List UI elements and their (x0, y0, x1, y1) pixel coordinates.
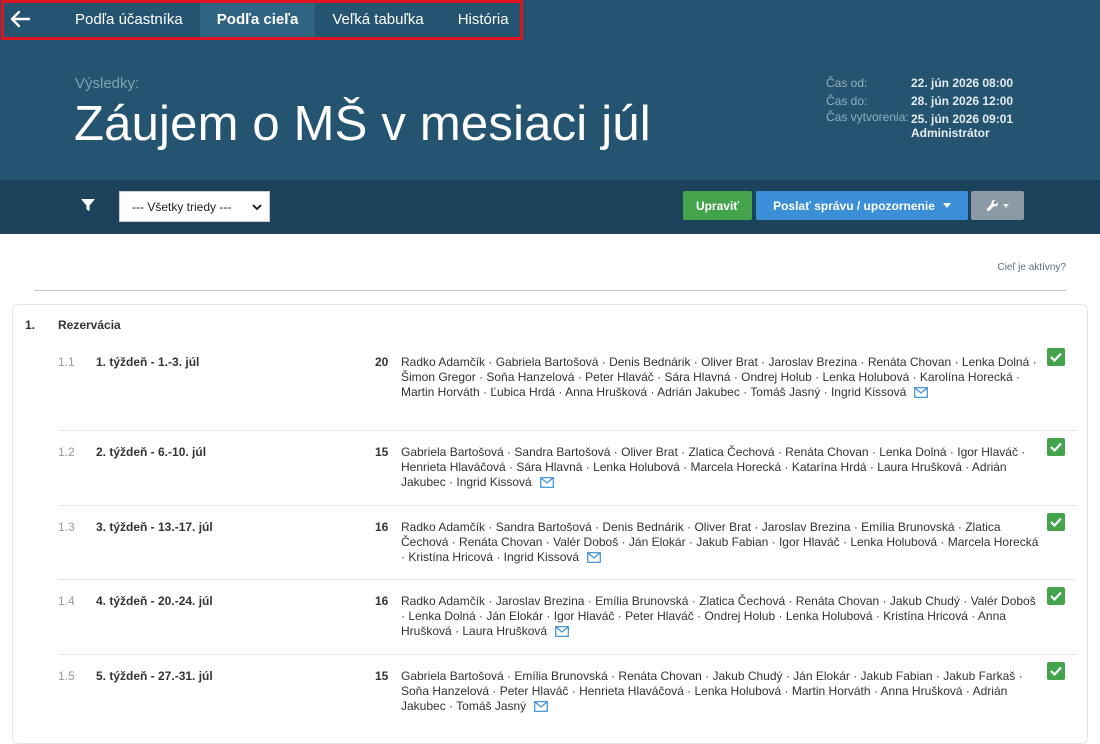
wrench-icon (986, 199, 998, 212)
goal-participants: Gabriela Bartošová · Emília Brunovská · … (401, 669, 1041, 716)
goal-checkbox[interactable] (1047, 438, 1065, 456)
goal-name: 5. týždeň - 27.-31. júl (96, 669, 213, 683)
goal-number: 1.1 (58, 355, 75, 369)
check-icon (1050, 442, 1062, 452)
mail-icon[interactable] (914, 387, 929, 402)
participant-list: Gabriela Bartošová · Sandra Bartošová · … (401, 445, 1026, 489)
meta-row-from: Čas od: 22. jún 2026 08:00 (826, 74, 1013, 92)
row-divider (58, 430, 1076, 431)
tab-by-goal[interactable]: Podľa cieľa (199, 0, 316, 39)
check-icon (1050, 666, 1062, 676)
goal-count: 15 (375, 445, 389, 459)
chevron-down-icon (252, 204, 262, 211)
edit-button[interactable]: Upraviť (683, 191, 752, 220)
participant-list: Radko Adamčík · Gabriela Bartošová · Den… (401, 355, 1037, 399)
goal-active-link[interactable]: Cieľ je aktívny? (997, 262, 1066, 273)
section-number: 1. (25, 318, 36, 332)
send-message-button[interactable]: Poslať správu / upozornenie (756, 191, 968, 220)
meta-key: Čas vytvorenia: (826, 110, 909, 124)
check-icon (1050, 591, 1062, 601)
goal-participants: Gabriela Bartošová · Sandra Bartošová · … (401, 445, 1041, 492)
goal-checkbox[interactable] (1047, 513, 1065, 531)
meta-row-created: Čas vytvorenia: 25. jún 2026 09:01 Admin… (826, 110, 1013, 140)
goal-checkbox[interactable] (1047, 587, 1065, 605)
goal-count: 16 (375, 520, 389, 534)
page-title: Záujem o MŠ v mesiaci júl (74, 97, 651, 151)
goal-number: 1.2 (58, 445, 75, 459)
goal-name: 4. týždeň - 20.-24. júl (96, 594, 213, 608)
page-overline: Výsledky: (75, 75, 140, 92)
participant-list: Gabriela Bartošová · Emília Brunovská · … (401, 669, 1023, 713)
mail-icon[interactable] (539, 477, 554, 492)
check-icon (1050, 352, 1062, 362)
row-divider (58, 654, 1076, 655)
goal-name: 2. týždeň - 6.-10. júl (96, 445, 207, 459)
meta-value: 22. jún 2026 08:00 (911, 76, 1014, 90)
tab-by-participant[interactable]: Podľa účastníka (40, 0, 200, 38)
caret-down-icon (942, 203, 951, 208)
tools-dropdown-button[interactable] (971, 191, 1024, 220)
goal-checkbox[interactable] (1047, 348, 1065, 366)
class-filter-value: --- Všetky triedy --- (132, 199, 232, 214)
caret-down-icon (1003, 203, 1009, 208)
mail-icon[interactable] (534, 701, 549, 716)
section-title: Rezervácia (58, 318, 121, 332)
meta-author: Administrátor (911, 126, 990, 140)
tab-history[interactable]: História (441, 0, 526, 38)
row-divider (58, 505, 1076, 506)
divider (34, 290, 1066, 291)
meta-key: Čas od: (826, 76, 868, 90)
participant-list: Radko Adamčík · Sandra Bartošová · Denis… (401, 520, 1039, 564)
results-header: Podľa účastníka Podľa cieľa Veľká tabuľk… (0, 0, 1100, 180)
goal-number: 1.3 (58, 520, 75, 534)
mail-icon[interactable] (587, 552, 601, 567)
goal-number: 1.5 (58, 669, 75, 683)
back-button[interactable] (0, 0, 40, 38)
participant-list: Radko Adamčík · Jaroslav Brezina · Emíli… (401, 594, 1036, 638)
goal-participants: Radko Adamčík · Jaroslav Brezina · Emíli… (401, 594, 1041, 641)
mail-icon[interactable] (555, 626, 569, 641)
goal-participants: Radko Adamčík · Gabriela Bartošová · Den… (401, 355, 1041, 402)
class-filter-select[interactable]: --- Všetky triedy --- (119, 191, 270, 222)
top-navigation: Podľa účastníka Podľa cieľa Veľká tabuľk… (0, 0, 526, 40)
arrow-left-icon (10, 10, 31, 28)
meta-value: 28. jún 2026 12:00 (911, 94, 1014, 108)
goal-count: 15 (375, 669, 389, 683)
goal-name: 1. týždeň - 1.-3. júl (96, 355, 200, 369)
goal-count: 20 (375, 355, 389, 369)
check-icon (1050, 517, 1062, 527)
filter-icon[interactable] (80, 197, 96, 218)
survey-meta: Čas od: 22. jún 2026 08:00 Čas do: 28. j… (826, 74, 1013, 140)
send-message-label: Poslať správu / upozornenie (773, 198, 935, 213)
meta-row-to: Čas do: 28. jún 2026 12:00 (826, 92, 1013, 110)
meta-value-group: 25. jún 2026 09:01 Administrátor (911, 110, 1013, 140)
goal-name: 3. týždeň - 13.-17. júl (96, 520, 213, 534)
goal-checkbox[interactable] (1047, 662, 1065, 680)
tab-big-table[interactable]: Veľká tabuľka (315, 0, 440, 38)
goal-participants: Radko Adamčík · Sandra Bartošová · Denis… (401, 520, 1041, 567)
goal-number: 1.4 (58, 594, 75, 608)
goal-count: 16 (375, 594, 389, 608)
meta-key: Čas do: (826, 94, 868, 108)
row-divider (58, 579, 1076, 580)
